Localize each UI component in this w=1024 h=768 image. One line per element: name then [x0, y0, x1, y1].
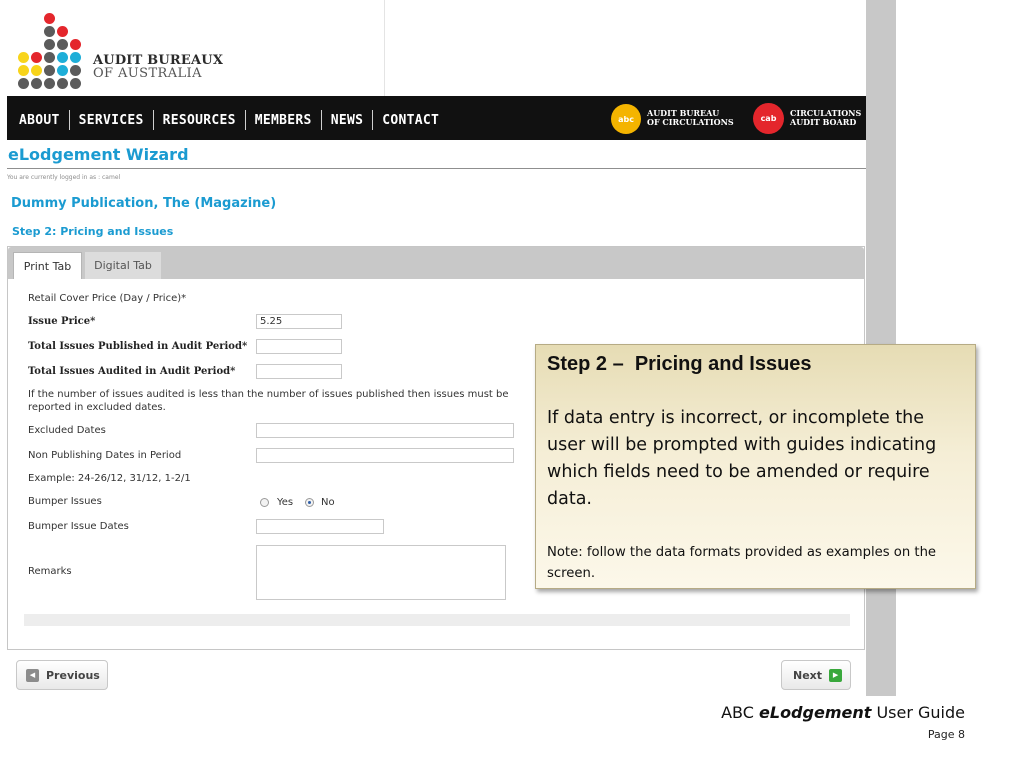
logo-dot: [44, 52, 55, 63]
previous-button[interactable]: ◀ Previous: [16, 660, 108, 690]
total-issues-audited-input[interactable]: [256, 364, 342, 379]
header-divider: [384, 0, 385, 96]
nav-item-services[interactable]: SERVICES: [79, 113, 144, 128]
bumper-yes-radio[interactable]: [260, 498, 269, 507]
nav-separator: [320, 110, 322, 130]
excluded-dates-input[interactable]: [256, 423, 514, 438]
nav-item-news[interactable]: NEWS: [331, 113, 364, 128]
bumper-issues-label: Bumper Issues: [28, 496, 102, 507]
nav-item-about[interactable]: ABOUT: [19, 113, 60, 128]
form-footer-strip: [24, 614, 850, 626]
bumper-yes-label: Yes: [277, 497, 294, 508]
remarks-label: Remarks: [28, 566, 72, 577]
abc-logo-text: AUDIT BUREAU OF CIRCULATIONS: [647, 108, 734, 127]
step-heading: Step 2: Pricing and Issues: [12, 225, 174, 238]
logo-dot: [44, 26, 55, 37]
main-navigation: ABOUT SERVICES RESOURCES MEMBERS NEWS CO…: [7, 96, 866, 140]
issue-price-label: Issue Price*: [28, 316, 96, 327]
guide-title: ABC eLodgement User Guide: [721, 703, 965, 722]
nav-separator: [244, 110, 246, 130]
publication-name: Dummy Publication, The (Magazine): [11, 196, 277, 211]
nav-item-resources[interactable]: RESOURCES: [163, 113, 236, 128]
excluded-dates-label: Excluded Dates: [28, 425, 106, 436]
non-publishing-dates-input[interactable]: [256, 448, 514, 463]
arrow-right-icon: ▶: [829, 668, 843, 682]
nav-separator: [372, 110, 374, 130]
remarks-textarea[interactable]: [256, 545, 506, 600]
logo-dot: [31, 52, 42, 63]
logo-dot: [31, 65, 42, 76]
page-title: eLodgement Wizard: [8, 145, 189, 164]
callout-title: Step 2 – Pricing and Issues: [547, 353, 812, 375]
guide-title-brand: eLodgement: [759, 703, 872, 722]
excluded-dates-note-line2: reported in excluded dates.: [28, 402, 166, 413]
cab-logo-icon[interactable]: cab: [753, 103, 784, 134]
tab-digital[interactable]: Digital Tab: [85, 252, 161, 279]
abc-logo-icon[interactable]: abc: [611, 104, 641, 134]
excluded-dates-note-line1: If the number of issues audited is less …: [28, 389, 509, 400]
nav-separator: [152, 110, 154, 130]
tab-print[interactable]: Print Tab: [13, 252, 82, 279]
logo-dot: [57, 39, 68, 50]
bumper-no-radio[interactable]: [305, 498, 314, 507]
bumper-issue-dates-label: Bumper Issue Dates: [28, 521, 129, 532]
logo-dot: [57, 26, 68, 37]
next-button-label: Next: [793, 668, 823, 682]
page-number: Page 8: [927, 728, 965, 741]
previous-button-label: Previous: [46, 668, 100, 682]
total-issues-published-input[interactable]: [256, 339, 342, 354]
logo-dot: [18, 78, 29, 89]
title-divider: [7, 168, 866, 169]
total-issues-audited-label: Total Issues Audited in Audit Period*: [28, 366, 236, 377]
bumper-issue-dates-input[interactable]: [256, 519, 384, 534]
nav-item-contact[interactable]: CONTACT: [382, 113, 439, 128]
cab-logo-text: CIRCULATIONS AUDIT BOARD: [790, 108, 862, 127]
logo-dot: [18, 65, 29, 76]
total-issues-published-label: Total Issues Published in Audit Period*: [28, 341, 248, 352]
logo-dot: [70, 65, 81, 76]
logo-dot: [18, 52, 29, 63]
logo-dot: [31, 78, 42, 89]
callout-note: Note: follow the data formats provided a…: [547, 545, 937, 581]
logo-dot: [44, 78, 55, 89]
next-button[interactable]: Next ▶: [781, 660, 851, 690]
retail-cover-price-label: Retail Cover Price (Day / Price)*: [28, 293, 187, 304]
logo-dot: [44, 65, 55, 76]
header-logo-area: AUDIT BUREAUX OF AUSTRALIA: [0, 0, 866, 96]
logged-in-status: You are currently logged in as : camel: [7, 174, 121, 181]
logo-text-line2: OF AUSTRALIA: [93, 66, 202, 81]
bumper-no-label: No: [321, 497, 335, 508]
nav-items: ABOUT SERVICES RESOURCES MEMBERS NEWS CO…: [19, 110, 439, 130]
issue-price-input[interactable]: 5.25: [256, 314, 342, 329]
slide: AUDIT BUREAUX OF AUSTRALIA ABOUT SERVICE…: [0, 0, 1024, 768]
logo-dot: [57, 65, 68, 76]
non-publishing-dates-label: Non Publishing Dates in Period: [28, 450, 182, 461]
callout-body: If data entry is incorrect, or incomplet…: [547, 408, 937, 509]
logo-dot: [57, 52, 68, 63]
arrow-left-icon: ◀: [26, 668, 39, 682]
guide-title-suffix: User Guide: [871, 703, 965, 722]
logo-dot: [44, 39, 55, 50]
logo-dot: [44, 13, 55, 24]
logo-dot: [70, 52, 81, 63]
guide-title-prefix: ABC: [721, 703, 760, 722]
logo-dot: [70, 78, 81, 89]
tab-bar: Print Tab Digital Tab: [8, 247, 864, 279]
nav-separator: [68, 110, 70, 130]
logo-dot: [70, 39, 81, 50]
date-format-example: Example: 24-26/12, 31/12, 1-2/1: [28, 473, 191, 484]
logo-dot: [57, 78, 68, 89]
callout-box: Step 2 – Pricing and Issues If data entr…: [535, 344, 976, 589]
nav-item-members[interactable]: MEMBERS: [255, 113, 312, 128]
